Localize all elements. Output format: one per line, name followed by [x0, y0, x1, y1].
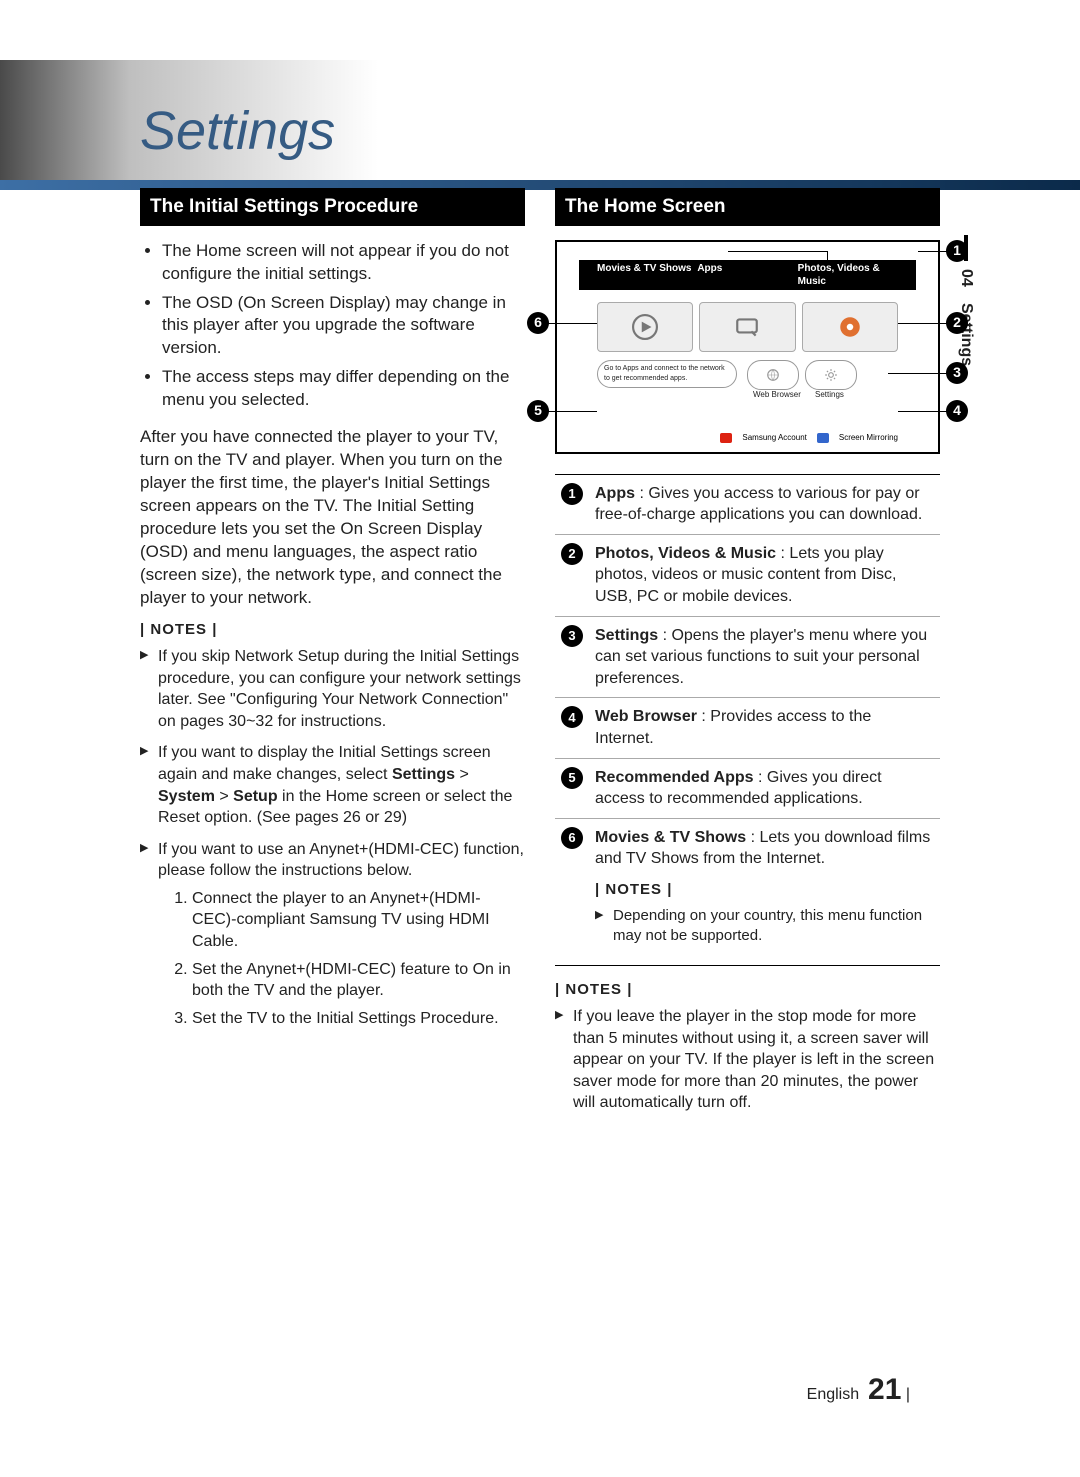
play-icon [632, 314, 658, 340]
key-label: Screen Mirroring [839, 433, 898, 444]
recommended-text: Go to Apps and connect to the network to… [604, 364, 730, 383]
legend-table: 1 Apps : Gives you access to various for… [555, 474, 940, 966]
apps-icon [734, 314, 760, 340]
list-item: The access steps may differ depending on… [162, 366, 525, 412]
legend-text: Settings : Opens the player's menu where… [595, 625, 934, 690]
key-a-icon [720, 433, 732, 443]
legend-row: 4 Web Browser : Provides access to the I… [555, 698, 940, 758]
section-heading-initial: The Initial Settings Procedure [140, 188, 525, 226]
pill-label: Web Browser [753, 390, 801, 401]
leader-line [728, 251, 828, 252]
tile-row [597, 302, 898, 352]
notes-list: If you skip Network Setup during the Ini… [140, 646, 525, 1030]
notes-label: | NOTES | [555, 980, 940, 1000]
callout-badge: 6 [527, 312, 549, 334]
footer-page: 21 [868, 1373, 901, 1406]
legend-num: 3 [561, 625, 583, 647]
web-browser-pill [747, 360, 799, 390]
legend-num: 5 [561, 767, 583, 789]
notes-label: | NOTES | [140, 620, 525, 640]
leader-line [888, 373, 948, 374]
legend-text: Movies & TV Shows : Lets you download fi… [595, 827, 934, 957]
step-item: Set the Anynet+(HDMI-CEC) feature to On … [192, 959, 525, 1002]
leader-line [898, 323, 948, 324]
legend-row: 6 Movies & TV Shows : Lets you download … [555, 819, 940, 965]
page-footer: English 21 | [807, 1373, 910, 1407]
legend-body: Movies & TV Shows : Lets you download fi… [595, 829, 930, 868]
step-item: Connect the player to an Anynet+(HDMI-CE… [192, 888, 525, 953]
leader-line [918, 251, 948, 252]
note-item: If you want to use an Anynet+(HDMI-CEC) … [140, 839, 525, 1030]
legend-row: 1 Apps : Gives you access to various for… [555, 475, 940, 535]
list-item: The Home screen will not appear if you d… [162, 240, 525, 286]
legend-text: Apps : Gives you access to various for p… [595, 483, 934, 526]
key-label: Samsung Account [742, 433, 806, 444]
note-item: If you leave the player in the stop mode… [555, 1006, 940, 1114]
section-heading-home: The Home Screen [555, 188, 940, 226]
settings-pill [805, 360, 857, 390]
note-item: If you skip Network Setup during the Ini… [140, 646, 525, 732]
intro-paragraph: After you have connected the player to y… [140, 426, 525, 610]
leader-line [547, 323, 597, 324]
recommended-box: Go to Apps and connect to the network to… [597, 360, 737, 388]
intro-bullets: The Home screen will not appear if you d… [140, 240, 525, 413]
gear-icon [824, 368, 838, 382]
manual-page: Settings 04 Settings The Initial Setting… [0, 0, 1080, 1477]
media-tile [802, 302, 898, 352]
chapter-number: 04 [957, 269, 975, 287]
legend-text: Recommended Apps : Gives you direct acce… [595, 767, 934, 810]
leader-line [547, 411, 597, 412]
tile-label: Movies & TV Shows [597, 262, 697, 289]
legend-row: 5 Recommended Apps : Gives you direct ac… [555, 759, 940, 819]
tile-label: Apps [697, 262, 797, 289]
note-item: Depending on your country, this menu fun… [595, 906, 934, 947]
content-columns: The Initial Settings Procedure The Home … [140, 188, 940, 1124]
legend-text: Photos, Videos & Music : Lets you play p… [595, 543, 934, 608]
home-screen-diagram: Movies & TV Shows Apps Photos, Videos & … [555, 240, 940, 454]
play-tile [597, 302, 693, 352]
callout-badge: 3 [946, 362, 968, 384]
page-title: Settings [140, 60, 940, 168]
legend-num: 6 [561, 827, 583, 849]
diagram-footer: Samsung Account Screen Mirroring [720, 433, 898, 444]
legend-row: 3 Settings : Opens the player's menu whe… [555, 617, 940, 699]
legend-num: 4 [561, 706, 583, 728]
tile-label: Photos, Videos & Music [798, 262, 898, 289]
sub-steps: Connect the player to an Anynet+(HDMI-CE… [158, 888, 525, 1030]
legend-note-list: Depending on your country, this menu fun… [595, 906, 934, 947]
leader-line [898, 411, 948, 412]
tile-labels: Movies & TV Shows Apps Photos, Videos & … [597, 264, 898, 291]
legend-num: 1 [561, 483, 583, 505]
note-item: If you want to display the Initial Setti… [140, 742, 525, 828]
callout-badge: 2 [946, 312, 968, 334]
leader-line [827, 251, 828, 263]
callout-badge: 1 [946, 240, 968, 262]
left-column: The Initial Settings Procedure The Home … [140, 188, 525, 1124]
step-item: Set the TV to the Initial Settings Proce… [192, 1008, 525, 1030]
callout-badge: 4 [946, 400, 968, 422]
pill-label: Settings [815, 390, 844, 401]
apps-tile [699, 302, 795, 352]
callout-badge: 5 [527, 400, 549, 422]
key-b-icon [817, 433, 829, 443]
right-column: The Home Screen Movies & TV Shows Apps P… [555, 188, 940, 1124]
notes-label: | NOTES | [595, 880, 934, 900]
globe-icon [766, 368, 780, 382]
footer-lang: English [807, 1386, 859, 1403]
disc-icon [837, 314, 863, 340]
legend-num: 2 [561, 543, 583, 565]
legend-row: 2 Photos, Videos & Music : Lets you play… [555, 535, 940, 617]
list-item: The OSD (On Screen Display) may change i… [162, 292, 525, 361]
legend-text: Web Browser : Provides access to the Int… [595, 706, 934, 749]
footer-note-list: If you leave the player in the stop mode… [555, 1006, 940, 1114]
